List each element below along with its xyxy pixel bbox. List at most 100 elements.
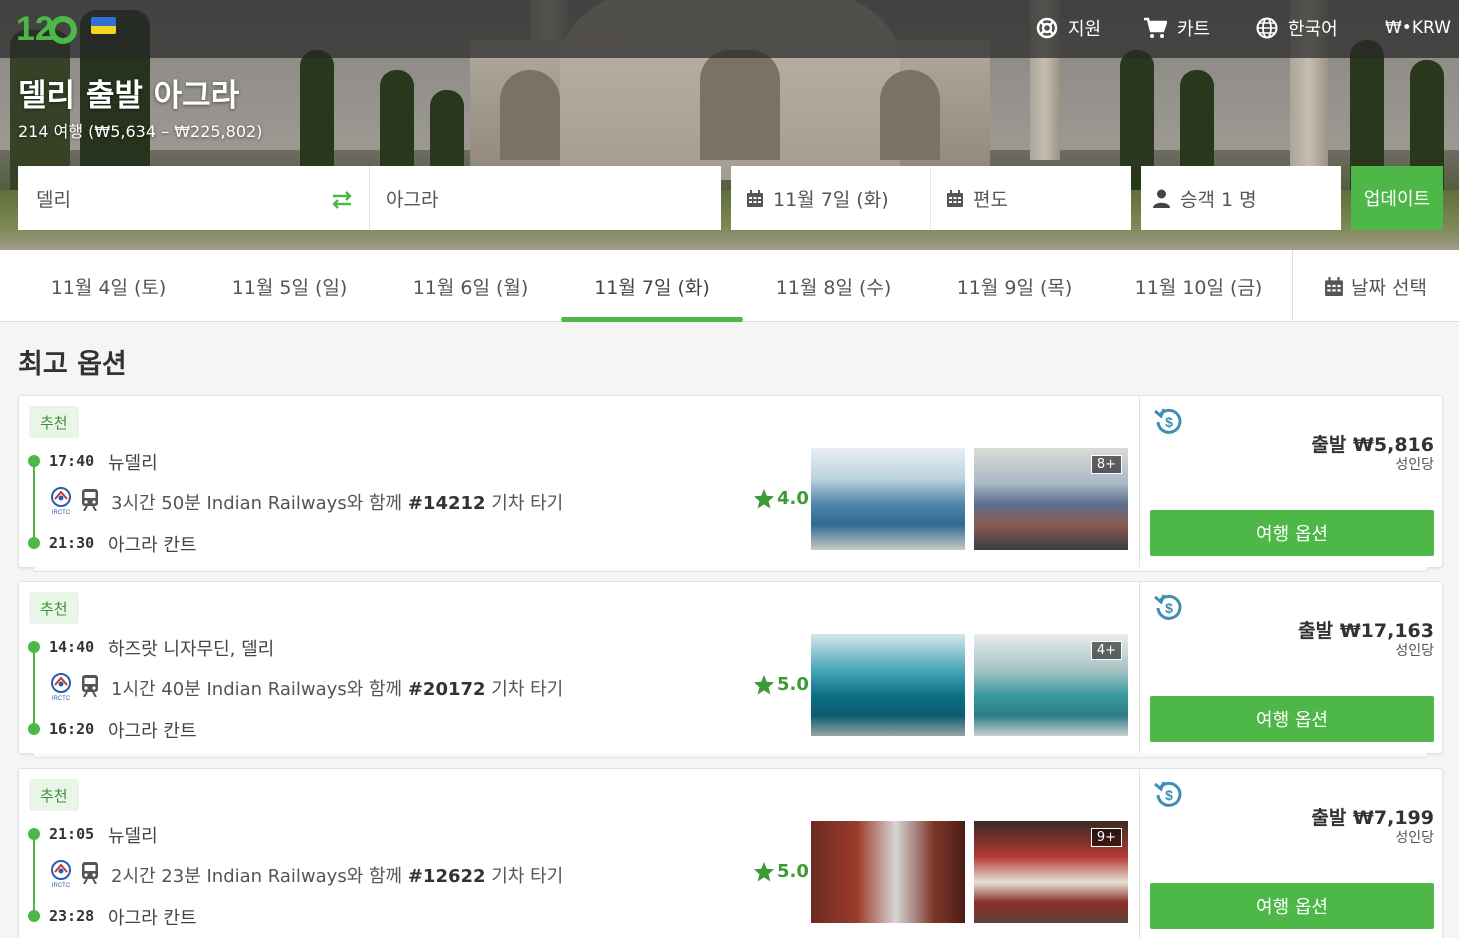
photo-count: 4+ — [1090, 641, 1122, 660]
photo-count: 8+ — [1090, 455, 1122, 474]
departure-dot — [28, 828, 40, 840]
star-icon — [753, 488, 775, 509]
refund-icon[interactable]: $ — [1154, 592, 1184, 622]
price-panel: $ 출발 ₩5,816 성인당 여행 옵션 — [1139, 396, 1444, 567]
nav-language[interactable]: 한국어 — [1256, 14, 1338, 42]
irctc-logo-icon: IRCTC — [51, 673, 71, 702]
from-value: 델리 — [36, 188, 71, 211]
irctc-logo-icon: IRCTC — [51, 487, 71, 516]
date-picker-button[interactable]: 날짜 선택 — [1292, 250, 1459, 322]
swap-icon[interactable] — [331, 190, 353, 210]
date-tab-label: 11월 7일 (화) — [594, 276, 710, 299]
trip-options-button[interactable]: 여행 옵션 — [1150, 510, 1434, 556]
recommended-badge: 추천 — [29, 779, 79, 811]
date-tab-nov-9[interactable]: 11월 9일 (목) — [924, 250, 1105, 322]
globe-icon — [1256, 17, 1278, 39]
trip-card[interactable]: 추천 14:40 하즈랏 니자무딘, 델리 IRCTC 1시간 40분 Indi… — [18, 581, 1444, 758]
passengers-field[interactable]: 승객 1 명 — [1141, 166, 1341, 230]
price-panel: $ 출발 ₩17,163 성인당 여행 옵션 — [1139, 582, 1444, 753]
trip-card[interactable]: 추천 17:40 뉴델리 IRCTC 3시간 50분 Indian Railwa… — [18, 395, 1444, 572]
update-button[interactable]: 업데이트 — [1351, 166, 1443, 230]
departure-time: 21:05 — [49, 825, 95, 843]
trip-card[interactable]: 추천 21:05 뉴델리 IRCTC 2시간 23분 Indian Railwa… — [18, 768, 1443, 938]
train-icon — [82, 489, 98, 511]
refund-icon[interactable]: $ — [1154, 779, 1184, 809]
date-tab-nov-6[interactable]: 11월 6일 (월) — [380, 250, 561, 322]
trip-description: 3시간 50분 Indian Railways와 함께 #14212 기차 타기 — [111, 489, 563, 515]
date-strip: 11월 4일 (토) 11월 5일 (일) 11월 6일 (월) 11월 7일 … — [0, 250, 1459, 322]
date-tab-label: 11월 6일 (월) — [412, 276, 529, 299]
trip-options-button[interactable]: 여행 옵션 — [1150, 883, 1434, 929]
arrival-station: 아그라 칸트 — [108, 721, 197, 742]
person-icon — [1153, 189, 1170, 208]
calendar-icon — [747, 189, 763, 207]
nav-cart[interactable]: 카트 — [1143, 14, 1210, 42]
date-tab-label: 11월 4일 (토) — [50, 276, 167, 299]
price: 출발 ₩17,163 — [1298, 620, 1434, 642]
departure-date-value: 11월 7일 (화) — [773, 188, 889, 211]
departure-dot — [28, 455, 40, 467]
trip-description: 1시간 40분 Indian Railways와 함께 #20172 기차 타기 — [111, 675, 563, 701]
departure-station: 뉴델리 — [108, 453, 158, 474]
departure-date-field[interactable]: 11월 7일 (화) — [731, 166, 931, 230]
vehicle-photo[interactable] — [811, 448, 965, 550]
vehicle-photo[interactable] — [811, 634, 965, 736]
trip-options-button[interactable]: 여행 옵션 — [1150, 696, 1434, 742]
arrival-time: 21:30 — [49, 534, 95, 552]
refund-icon[interactable]: $ — [1154, 406, 1184, 436]
duration-operator-text: 1시간 40분 Indian Railways와 함께 — [111, 679, 408, 700]
operator-rating[interactable]: 5.0 — [753, 674, 809, 695]
train-number: #14212 — [407, 493, 486, 514]
date-picker-label: 날짜 선택 — [1351, 276, 1427, 299]
date-tab-label: 11월 9일 (목) — [956, 276, 1073, 299]
date-tab-nov-5[interactable]: 11월 5일 (일) — [199, 250, 380, 322]
recommended-badge: 추천 — [29, 406, 79, 438]
return-date-value: 편도 — [973, 188, 1008, 211]
timeline-line — [33, 459, 35, 543]
vehicle-photo[interactable]: 4+ — [974, 634, 1128, 736]
duration-operator-text: 3시간 50분 Indian Railways와 함께 — [111, 493, 408, 514]
vehicle-photo[interactable] — [811, 821, 965, 923]
svg-text:IRCTC: IRCTC — [52, 883, 71, 889]
date-tab-nov-8[interactable]: 11월 8일 (수) — [743, 250, 924, 322]
active-tab-indicator — [561, 317, 743, 322]
date-tab-nov-10[interactable]: 11월 10일 (금) — [1105, 250, 1292, 322]
train-number: #12622 — [407, 866, 486, 887]
price: 출발 ₩7,199 — [1311, 807, 1434, 829]
arrival-dot — [28, 723, 40, 735]
vehicle-photo[interactable]: 9+ — [974, 821, 1128, 923]
star-icon — [753, 674, 775, 695]
nav-support[interactable]: 지원 — [1036, 14, 1101, 42]
svg-text:$: $ — [1165, 414, 1173, 430]
trip-count-subtitle: 214 여행 (₩5,634 – ₩225,802) — [18, 122, 263, 141]
price-per-adult: 성인당 — [1395, 643, 1434, 659]
train-icon — [82, 675, 98, 697]
price-per-adult: 성인당 — [1395, 830, 1434, 846]
operator-rating[interactable]: 5.0 — [753, 861, 809, 882]
arrival-time: 23:28 — [49, 907, 95, 925]
date-tab-nov-7[interactable]: 11월 7일 (화) — [561, 250, 743, 322]
nav-cart-label: 카트 — [1177, 19, 1211, 40]
12go-logo[interactable]: 12 — [16, 6, 78, 48]
date-tab-nov-4[interactable]: 11월 4일 (토) — [18, 250, 199, 322]
to-field[interactable]: 아그라 — [370, 166, 721, 230]
irctc-logo-icon: IRCTC — [51, 860, 71, 889]
vehicle-text: 기차 타기 — [485, 493, 564, 514]
return-date-field[interactable]: 편도 — [931, 166, 1131, 230]
recommended-badge: 추천 — [29, 592, 79, 624]
cart-icon — [1144, 17, 1167, 38]
from-field[interactable]: 델리 — [18, 166, 370, 230]
operator-rating[interactable]: 4.0 — [753, 488, 809, 509]
train-number: #20172 — [407, 679, 486, 700]
arrival-station: 아그라 칸트 — [108, 535, 197, 556]
duration-operator-text: 2시간 23분 Indian Railways와 함께 — [111, 866, 408, 887]
arrival-dot — [28, 537, 40, 549]
departure-time: 14:40 — [49, 638, 95, 656]
train-icon — [82, 862, 98, 884]
rating-value: 5.0 — [777, 674, 809, 695]
nav-currency[interactable]: ₩•KRW — [1385, 14, 1451, 42]
lifebuoy-icon — [1036, 17, 1058, 39]
timeline-line — [33, 645, 35, 729]
vehicle-photo[interactable]: 8+ — [974, 448, 1128, 550]
page-title: 델리 출발 아그라 — [18, 78, 240, 114]
